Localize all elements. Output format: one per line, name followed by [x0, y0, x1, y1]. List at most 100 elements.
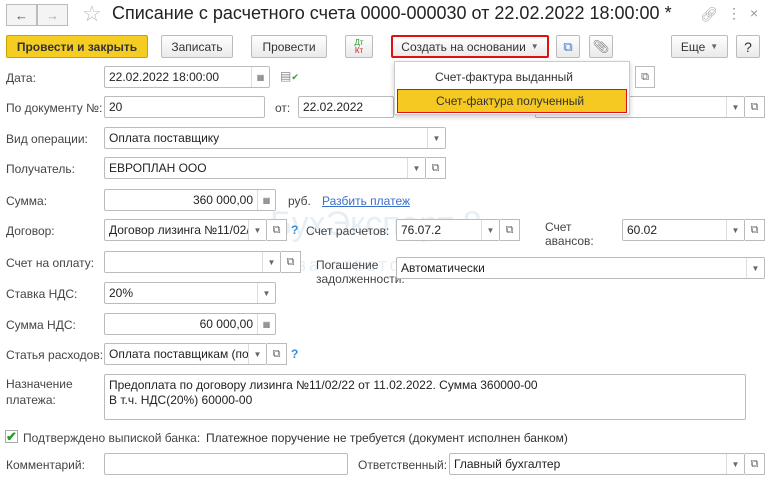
chevron-down-icon[interactable]: ▼ — [427, 128, 445, 148]
page-title: Списание с расчетного счета 0000-000030 … — [112, 3, 672, 23]
open-icon[interactable]: ⧉ — [267, 343, 287, 365]
create-based-on-button[interactable]: Создать на основании ▼ — [391, 35, 549, 58]
date-label: Дата: — [6, 71, 36, 85]
chevron-down-icon[interactable]: ▼ — [481, 220, 499, 240]
recipient-select[interactable]: ЕВРОПЛАН ООО ▼ — [104, 157, 426, 179]
create-based-on-menu: Счет-фактура выданный Счет-фактура получ… — [394, 61, 630, 115]
more-label: Еще — [680, 39, 706, 54]
chevron-down-icon[interactable]: ▼ — [257, 283, 275, 303]
forward-button[interactable]: → — [37, 4, 68, 26]
chevron-down-icon: ▼ — [530, 42, 539, 51]
doc-number-input[interactable]: 20 — [104, 96, 265, 118]
currency-label: руб. — [288, 194, 311, 208]
chevron-down-icon[interactable]: ▼ — [248, 344, 266, 364]
chevron-down-icon[interactable]: ▼ — [726, 454, 744, 474]
purpose-textarea[interactable]: Предоплата по договору лизинга №11/02/22… — [104, 374, 746, 420]
split-payment-link[interactable]: Разбить платеж — [322, 194, 410, 208]
settle-account-label: Счет расчетов: — [306, 224, 390, 238]
back-button[interactable]: ← — [6, 4, 37, 26]
save-button[interactable]: Записать — [161, 35, 233, 58]
chevron-down-icon[interactable]: ▼ — [262, 252, 280, 272]
sum-label: Сумма: — [6, 194, 48, 208]
open-icon[interactable]: ⧉ — [745, 219, 765, 241]
menu-item-invoice-received[interactable]: Счет-фактура полученный — [397, 89, 627, 113]
from-label: от: — [275, 101, 291, 115]
sum-value: 360 000,00 — [192, 193, 253, 207]
purpose-line: В т.ч. НДС(20%) 60000-00 — [109, 393, 253, 407]
vat-sum-input[interactable]: 60 000,00 ▦ — [104, 313, 276, 335]
vat-sum-value: 60 000,00 — [199, 317, 253, 331]
open-icon[interactable]: ⧉ — [745, 453, 765, 475]
invoice-select[interactable]: ▼ — [104, 251, 281, 273]
chevron-down-icon: ▼ — [710, 42, 719, 51]
purpose-label: Назначение платежа: — [6, 377, 73, 407]
doc-date-input[interactable]: 22.02.2022 — [298, 96, 394, 118]
link-icon[interactable]: 🔗︎ — [700, 6, 718, 23]
help-button[interactable]: ? — [736, 35, 760, 58]
responsible-label: Ответственный: — [358, 458, 448, 472]
expense-label: Статья расходов: — [6, 348, 104, 362]
structure-icon[interactable]: ⧉ — [556, 35, 580, 58]
open-icon[interactable]: ⧉ — [500, 219, 520, 241]
vat-rate-label: Ставка НДС: — [6, 287, 78, 301]
menu-item-invoice-issued[interactable]: Счет-фактура выданный — [397, 65, 627, 89]
calendar-icon[interactable]: ▦ — [251, 67, 269, 87]
op-type-select[interactable]: Оплата поставщику ▼ — [104, 127, 446, 149]
calculator-icon[interactable]: ▦ — [257, 314, 275, 334]
post-and-close-button[interactable]: Провести и закрыть — [6, 35, 148, 58]
chevron-down-icon[interactable]: ▼ — [746, 258, 764, 278]
paperclip-icon[interactable]: 📎︎ — [589, 35, 613, 58]
purpose-line: Предоплата по договору лизинга №11/02/22… — [109, 378, 538, 392]
advance-account-label: Счет авансов: — [545, 220, 594, 248]
more-button[interactable]: Еще ▼ — [671, 35, 728, 58]
help-icon[interactable]: ? — [291, 223, 298, 237]
date-value: 22.02.2022 18:00:00 — [109, 70, 220, 84]
post-button[interactable]: Провести — [251, 35, 327, 58]
date-input[interactable]: 22.02.2022 18:00:00 ▦ — [104, 66, 270, 88]
vat-rate-value: 20% — [109, 286, 134, 300]
confirmed-note: Платежное поручение не требуется (докуме… — [206, 431, 568, 445]
chevron-down-icon[interactable]: ▼ — [248, 220, 266, 240]
posted-status-icon: ▤✔ — [280, 69, 299, 83]
responsible-select[interactable]: Главный бухгалтер ▼ — [449, 453, 745, 475]
invoice-label: Счет на оплату: — [6, 256, 95, 270]
close-icon[interactable]: × — [750, 5, 758, 21]
op-type-value: Оплата поставщику — [109, 131, 220, 145]
open-icon[interactable]: ⧉ — [745, 96, 765, 118]
op-type-label: Вид операции: — [6, 132, 88, 146]
advance-account-select[interactable]: 60.02 ▼ — [622, 219, 745, 241]
chevron-down-icon[interactable]: ▼ — [726, 97, 744, 117]
calculator-icon[interactable]: ▦ — [257, 190, 275, 210]
chevron-down-icon[interactable]: ▼ — [726, 220, 744, 240]
recipient-label: Получатель: — [6, 162, 75, 176]
vat-rate-select[interactable]: 20% ▼ — [104, 282, 276, 304]
open-icon[interactable]: ⧉ — [426, 157, 446, 179]
settle-account-select[interactable]: 76.07.2 ▼ — [396, 219, 500, 241]
expense-value: Оплата поставщикам (по — [109, 347, 249, 361]
comment-input[interactable] — [104, 453, 348, 475]
settle-account-value: 76.07.2 — [401, 223, 442, 237]
kt-label: Кт — [354, 45, 364, 55]
contract-label: Договор: — [6, 224, 55, 238]
repayment-value: Автоматически — [401, 261, 485, 275]
menu-dots-icon[interactable]: ⋮ — [727, 5, 741, 22]
open-icon[interactable]: ⧉ — [281, 251, 301, 273]
repayment-select[interactable]: Автоматически ▼ — [396, 257, 765, 279]
vat-sum-label: Сумма НДС: — [6, 318, 76, 332]
chevron-down-icon[interactable]: ▼ — [407, 158, 425, 178]
confirmed-checkbox[interactable]: ✔ — [5, 430, 18, 443]
confirmed-label: Подтверждено выпиской банка: — [23, 431, 201, 445]
create-based-on-label: Создать на основании — [401, 39, 526, 54]
repayment-label: Погашение задолженности: — [316, 258, 405, 286]
open-icon[interactable]: ⧉ — [635, 66, 655, 88]
contract-select[interactable]: Договор лизинга №11/02/22 ▼ — [104, 219, 267, 241]
open-icon[interactable]: ⧉ — [267, 219, 287, 241]
doc-number-label: По документу №: — [6, 101, 103, 115]
help-icon[interactable]: ? — [291, 347, 298, 361]
star-icon[interactable]: ☆ — [82, 1, 102, 27]
comment-label: Комментарий: — [6, 458, 85, 472]
expense-select[interactable]: Оплата поставщикам (по ▼ — [104, 343, 267, 365]
advance-account-value: 60.02 — [627, 223, 658, 237]
sum-input[interactable]: 360 000,00 ▦ — [104, 189, 276, 211]
dt-kt-button[interactable]: Дт Кт — [345, 35, 373, 58]
